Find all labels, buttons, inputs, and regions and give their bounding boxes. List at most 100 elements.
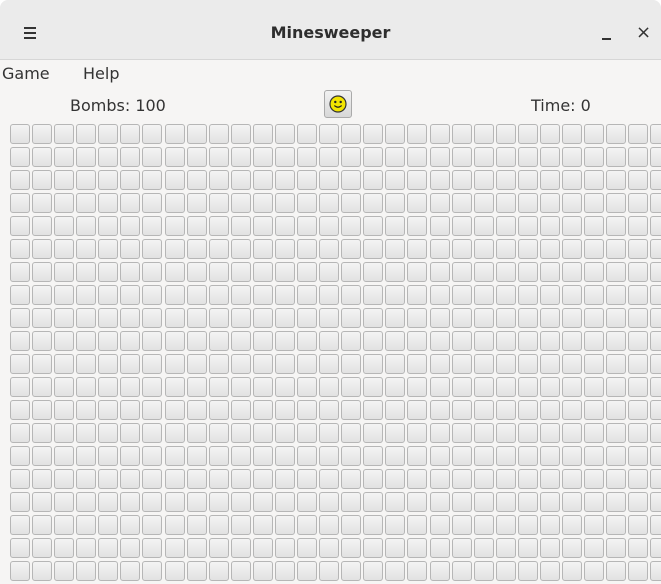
minefield-cell[interactable] [186,469,207,489]
minefield-cell[interactable] [517,354,538,374]
minefield-cell[interactable] [120,377,141,397]
minefield-cell[interactable] [606,216,627,236]
minefield-cell[interactable] [164,423,185,443]
minefield-cell[interactable] [32,147,53,167]
close-icon[interactable]: × [636,23,660,47]
minefield-cell[interactable] [297,561,318,581]
minefield-cell[interactable] [606,170,627,190]
minefield-cell[interactable] [274,538,295,558]
minefield-cell[interactable] [297,492,318,512]
minefield-cell[interactable] [186,354,207,374]
minefield-cell[interactable] [319,331,340,351]
minefield-cell[interactable] [606,147,627,167]
minefield-cell[interactable] [562,239,582,259]
minefield-cell[interactable] [473,423,494,443]
minefield-cell[interactable] [274,216,295,236]
minefield-cell[interactable] [164,124,185,144]
minefield-cell[interactable] [562,423,582,443]
minefield-cell[interactable] [363,124,384,144]
minefield-cell[interactable] [517,262,538,282]
minefield-cell[interactable] [186,377,207,397]
minefield-cell[interactable] [429,170,450,190]
minefield-cell[interactable] [54,538,75,558]
minefield-cell[interactable] [341,170,362,190]
minefield-cell[interactable] [363,285,384,305]
minefield-cell[interactable] [208,492,229,512]
minefield-cell[interactable] [230,400,251,420]
minefield-cell[interactable] [473,193,494,213]
minefield-cell[interactable] [98,492,119,512]
minefield-cell[interactable] [341,561,362,581]
minefield-cell[interactable] [230,285,251,305]
minefield-cell[interactable] [562,446,582,466]
minefield-cell[interactable] [274,354,295,374]
minefield-cell[interactable] [429,538,450,558]
minefield-cell[interactable] [32,285,53,305]
minefield-cell[interactable] [98,216,119,236]
minefield-cell[interactable] [650,400,661,420]
minefield-cell[interactable] [584,469,605,489]
minefield-cell[interactable] [230,216,251,236]
minefield-cell[interactable] [98,331,119,351]
minefield-cell[interactable] [164,446,185,466]
minefield-cell[interactable] [252,308,273,328]
minefield-cell[interactable] [407,515,428,535]
minefield-cell[interactable] [584,216,605,236]
minefield-cell[interactable] [252,354,273,374]
minefield-cell[interactable] [495,124,516,144]
minefield-cell[interactable] [76,561,97,581]
minefield-cell[interactable] [584,561,605,581]
minefield-cell[interactable] [473,492,494,512]
minefield-cell[interactable] [562,469,582,489]
minefield-cell[interactable] [186,561,207,581]
minefield-cell[interactable] [274,492,295,512]
minefield-cell[interactable] [319,377,340,397]
minefield-cell[interactable] [164,354,185,374]
minefield-cell[interactable] [98,538,119,558]
minefield-cell[interactable] [628,446,649,466]
minefield-cell[interactable] [495,400,516,420]
minefield-cell[interactable] [539,561,560,581]
minefield-cell[interactable] [32,193,53,213]
minefield-cell[interactable] [473,446,494,466]
minefield-cell[interactable] [319,446,340,466]
minefield-cell[interactable] [120,423,141,443]
minefield-cell[interactable] [32,308,53,328]
minefield-cell[interactable] [650,354,661,374]
minefield-cell[interactable] [120,446,141,466]
minefield-cell[interactable] [32,216,53,236]
minefield-cell[interactable] [10,400,30,420]
minefield-cell[interactable] [164,515,185,535]
minefield-cell[interactable] [274,400,295,420]
minefield-cell[interactable] [606,331,627,351]
minefield-cell[interactable] [650,170,661,190]
minefield-cell[interactable] [517,216,538,236]
minefield-cell[interactable] [341,492,362,512]
minefield-cell[interactable] [252,446,273,466]
minefield-cell[interactable] [98,239,119,259]
minefield-cell[interactable] [495,308,516,328]
minefield-cell[interactable] [451,239,472,259]
minefield-cell[interactable] [10,331,30,351]
minefield-cell[interactable] [517,239,538,259]
minefield-cell[interactable] [297,423,318,443]
minefield-cell[interactable] [164,561,185,581]
minefield-cell[interactable] [341,354,362,374]
minefield-cell[interactable] [517,285,538,305]
minefield-cell[interactable] [341,216,362,236]
minefield-cell[interactable] [341,285,362,305]
minefield-cell[interactable] [628,377,649,397]
minefield-cell[interactable] [363,538,384,558]
minefield-cell[interactable] [10,469,30,489]
minefield-cell[interactable] [252,170,273,190]
minefield-cell[interactable] [319,308,340,328]
minefield-cell[interactable] [10,423,30,443]
minefield-cell[interactable] [363,308,384,328]
minefield-cell[interactable] [429,469,450,489]
minefield-cell[interactable] [429,423,450,443]
minefield-cell[interactable] [562,400,582,420]
minefield-cell[interactable] [451,492,472,512]
minefield-cell[interactable] [407,170,428,190]
minefield-cell[interactable] [628,308,649,328]
minefield-cell[interactable] [10,354,30,374]
